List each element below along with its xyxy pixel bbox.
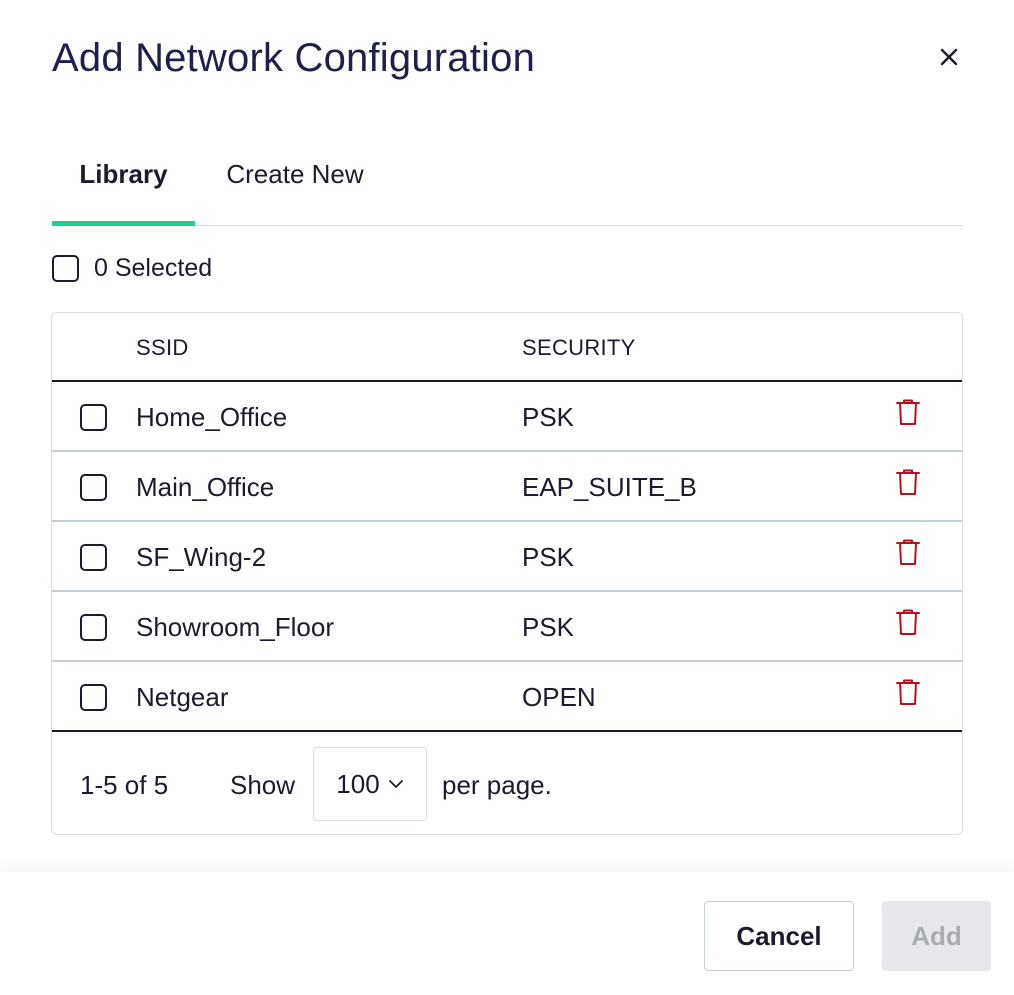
table-row: SF_Wing-2 PSK: [52, 522, 962, 592]
tab-bar: Library Create New: [52, 140, 963, 226]
row-checkbox[interactable]: [80, 474, 107, 501]
close-button[interactable]: [932, 40, 966, 74]
delete-button[interactable]: [895, 678, 921, 706]
cancel-button[interactable]: Cancel: [704, 901, 854, 971]
per-page-label: per page.: [442, 770, 552, 800]
trash-icon: [896, 399, 920, 425]
add-button[interactable]: Add: [882, 901, 991, 971]
trash-icon: [896, 679, 920, 705]
column-header-security: SECURITY: [522, 335, 636, 360]
chevron-down-icon: [388, 780, 403, 788]
show-label: Show: [230, 770, 296, 800]
security-cell: PSK: [522, 402, 575, 432]
row-checkbox[interactable]: [80, 684, 107, 711]
selected-count-label: 0 Selected: [94, 254, 213, 282]
page-size-select[interactable]: 100: [313, 747, 427, 821]
dialog-footer: Cancel Add: [0, 872, 1014, 995]
select-all-control: 0 Selected: [52, 254, 212, 283]
row-checkbox[interactable]: [80, 404, 107, 431]
trash-icon: [896, 609, 920, 635]
select-all-checkbox[interactable]: [52, 255, 79, 282]
security-cell: OPEN: [522, 682, 596, 712]
ssid-cell: Home_Office: [136, 402, 288, 432]
table-row: Showroom_Floor PSK: [52, 592, 962, 662]
security-cell: EAP_SUITE_B: [522, 472, 697, 502]
table-row: Netgear OPEN: [52, 662, 962, 732]
ssid-cell: Netgear: [136, 682, 229, 712]
row-checkbox[interactable]: [80, 614, 107, 641]
security-cell: PSK: [522, 542, 575, 572]
delete-button[interactable]: [895, 538, 921, 566]
row-checkbox[interactable]: [80, 544, 107, 571]
table-row: Home_Office PSK: [52, 382, 962, 452]
column-header-ssid: SSID: [136, 335, 189, 360]
ssid-cell: Showroom_Floor: [136, 612, 334, 642]
delete-button[interactable]: [895, 398, 921, 426]
close-icon: [940, 48, 958, 66]
table-header: SSID SECURITY: [52, 313, 962, 382]
tab-library-label: Library: [79, 159, 168, 189]
page-size-value: 100: [336, 768, 380, 799]
trash-icon: [896, 539, 920, 565]
table-row: Main_Office EAP_SUITE_B: [52, 452, 962, 522]
network-table: SSID SECURITY Home_Office PSK Main_Offic…: [51, 312, 963, 835]
security-cell: PSK: [522, 612, 575, 642]
add-network-configuration-dialog: Add Network Configuration Library Create…: [0, 0, 1014, 995]
ssid-cell: SF_Wing-2: [136, 542, 267, 572]
delete-button[interactable]: [895, 608, 921, 636]
pagination-range: 1-5 of 5: [80, 770, 169, 800]
tab-create-new[interactable]: Create New: [222, 140, 368, 225]
dialog-title: Add Network Configuration: [52, 36, 536, 80]
tab-library[interactable]: Library: [52, 140, 195, 226]
tab-create-new-label: Create New: [226, 159, 364, 189]
delete-button[interactable]: [895, 468, 921, 496]
pagination-bar: 1-5 of 5 Show 100 per page.: [52, 733, 962, 834]
trash-icon: [896, 469, 920, 495]
ssid-cell: Main_Office: [136, 472, 275, 502]
